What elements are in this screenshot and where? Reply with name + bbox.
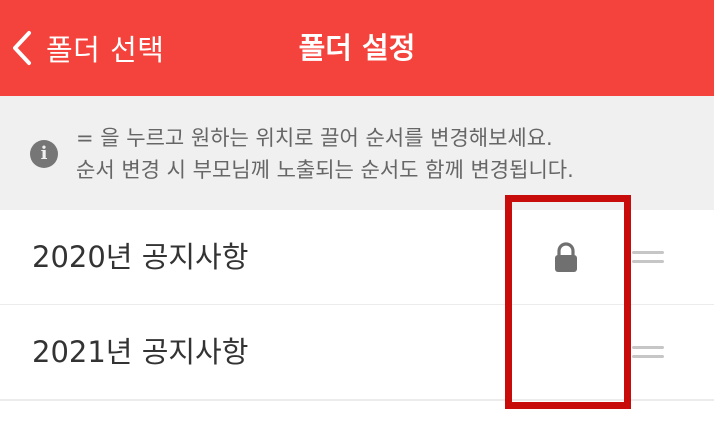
drag-handle-line	[632, 355, 664, 358]
folder-row[interactable]: 2020년 공지사항	[0, 210, 714, 306]
drag-handle-line	[632, 346, 664, 349]
header-bar: 폴더 선택 폴더 설정	[0, 0, 714, 96]
lock-icon	[553, 242, 579, 274]
folder-name: 2020년 공지사항	[32, 240, 249, 274]
notice-line-2: 순서 변경 시 부모님께 노출되는 순서도 함께 변경됩니다.	[76, 158, 574, 182]
notice-text: = 을 누르고 원하는 위치로 끌어 순서를 변경해보세요. 순서 변경 시 부…	[76, 122, 696, 186]
page-title: 폴더 설정	[298, 31, 416, 65]
drag-handle[interactable]	[628, 242, 668, 272]
folder-name: 2021년 공지사항	[32, 335, 249, 369]
info-icon: i	[30, 140, 58, 168]
folder-row[interactable]: 2021년 공지사항	[0, 305, 714, 401]
drag-handle[interactable]	[628, 337, 668, 367]
notice-line-1: = 을 누르고 원하는 위치로 끌어 순서를 변경해보세요.	[76, 126, 553, 150]
drag-handle-line	[632, 251, 664, 254]
drag-handle-line	[632, 260, 664, 263]
folder-settings-screen: 폴더 선택 폴더 설정 i = 을 누르고 원하는 위치로 끌어 순서를 변경해…	[0, 0, 714, 446]
